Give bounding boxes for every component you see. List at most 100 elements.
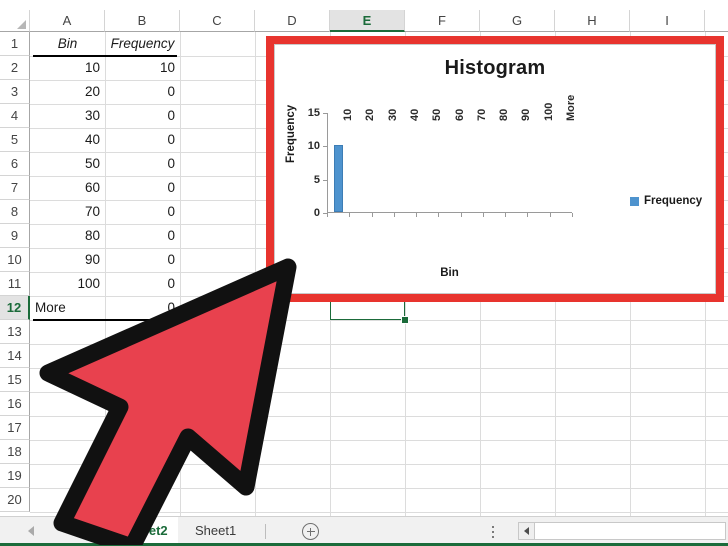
x-tick-label-10: 10 (342, 108, 355, 121)
row-header-18[interactable]: 18 (0, 440, 30, 464)
column-header-d[interactable]: D (255, 10, 330, 32)
cell-a4-bin[interactable]: 30 (30, 104, 105, 128)
cell-b1-frequency-header[interactable]: Frequency (105, 32, 180, 56)
add-sheet-icon[interactable] (302, 523, 319, 540)
row-header-16[interactable]: 16 (0, 392, 30, 416)
cell-a3-bin[interactable]: 20 (30, 80, 105, 104)
chart-plot-area: Histogram Frequency 0 5 10 15 10 20 30 40 50 60 70… (274, 44, 716, 294)
row-header-13[interactable]: 13 (0, 320, 30, 344)
x-axis-line (327, 212, 572, 213)
cell-b10-frequency[interactable]: 0 (105, 248, 180, 272)
cell-b3-frequency[interactable]: 0 (105, 80, 180, 104)
column-header-g[interactable]: G (480, 10, 555, 32)
chart-plot: 0 5 10 15 10 20 30 40 50 60 70 80 90 100 More (308, 95, 577, 219)
row-header-12[interactable]: 12 (0, 296, 30, 320)
grid-hline (30, 464, 728, 465)
cell-b11-frequency[interactable]: 0 (105, 272, 180, 296)
cell-b7-frequency[interactable]: 0 (105, 176, 180, 200)
scroll-left-arrow-icon[interactable] (519, 523, 535, 539)
sheet-tab-bar: Sheet2 Sheet1 (0, 516, 728, 546)
row-header-10[interactable]: 10 (0, 248, 30, 272)
chart-x-axis-title: Bin (440, 267, 459, 279)
cell-a2-bin[interactable]: 10 (30, 56, 105, 80)
grid-hline (30, 392, 728, 393)
legend-swatch-icon (630, 196, 639, 206)
cell-b2-frequency[interactable]: 10 (105, 56, 180, 80)
cell-b9-frequency[interactable]: 0 (105, 224, 180, 248)
grid-hline (30, 440, 728, 441)
row-header-14[interactable]: 14 (0, 344, 30, 368)
y-tick-label-0: 0 (313, 207, 320, 219)
row-header-4[interactable]: 4 (0, 104, 30, 128)
cell-a1-bin-header[interactable]: Bin (30, 32, 105, 56)
column-header-f[interactable]: F (405, 10, 480, 32)
select-all-corner[interactable] (0, 10, 30, 32)
x-tick (549, 213, 551, 217)
cell-b5-frequency[interactable]: 0 (105, 128, 180, 152)
column-header-e[interactable]: E (330, 10, 405, 32)
split-handle-dots-icon[interactable] (492, 526, 495, 538)
row-header-8[interactable]: 8 (0, 200, 30, 224)
x-tick (416, 213, 418, 217)
x-tick (572, 213, 573, 217)
cell-a7-bin[interactable]: 60 (30, 176, 105, 200)
row-header-7[interactable]: 7 (0, 176, 30, 200)
column-header-row: A B C D E F G H I (0, 10, 728, 32)
cell-a9-bin[interactable]: 80 (30, 224, 105, 248)
column-header-c[interactable]: C (180, 10, 255, 32)
grid-hline (30, 368, 728, 369)
table-bottom-border (33, 319, 177, 321)
x-tick (371, 213, 373, 217)
bar-10[interactable] (333, 145, 343, 212)
row-header-15[interactable]: 15 (0, 368, 30, 392)
grid-hline (30, 344, 728, 345)
row-header-6[interactable]: 6 (0, 152, 30, 176)
chart-legend: Frequency (630, 195, 702, 207)
cell-a8-bin[interactable]: 70 (30, 200, 105, 224)
cell-a6-bin[interactable]: 50 (30, 152, 105, 176)
column-header-j[interactable] (705, 10, 728, 32)
row-header-9[interactable]: 9 (0, 224, 30, 248)
row-header-20[interactable]: 20 (0, 488, 30, 512)
column-header-b[interactable]: B (105, 10, 180, 32)
cell-b12-frequency[interactable]: 0 (105, 296, 180, 320)
column-header-i[interactable]: I (630, 10, 705, 32)
sheet-tab-sheet2[interactable]: Sheet2 (115, 517, 178, 546)
fill-handle[interactable] (401, 316, 409, 324)
column-header-h[interactable]: H (555, 10, 630, 32)
x-tick-label-40: 40 (408, 108, 421, 121)
x-tick-label-50: 50 (431, 108, 444, 121)
sheet-nav-left-icon[interactable] (28, 526, 34, 536)
y-tick-label-5: 5 (313, 173, 320, 186)
column-header-a[interactable]: A (30, 10, 105, 32)
row-header-19[interactable]: 19 (0, 464, 30, 488)
cell-b6-frequency[interactable]: 0 (105, 152, 180, 176)
sheet-tab-sheet1[interactable]: Sheet1 (185, 517, 246, 546)
x-tick (505, 213, 507, 217)
row-header-1[interactable]: 1 (0, 32, 30, 56)
x-tick (327, 213, 328, 217)
cell-b8-frequency[interactable]: 0 (105, 200, 180, 224)
histogram-chart-object[interactable]: Histogram Frequency 0 5 10 15 10 20 30 40 50 60 70… (266, 36, 724, 302)
x-tick-label-More: More (564, 94, 577, 121)
row-header-5[interactable]: 5 (0, 128, 30, 152)
cell-a10-bin[interactable]: 90 (30, 248, 105, 272)
x-tick (438, 213, 440, 217)
x-tick (393, 213, 395, 217)
cell-a5-bin[interactable]: 40 (30, 128, 105, 152)
row-header-11[interactable]: 11 (0, 272, 30, 296)
cell-a11-bin[interactable]: 100 (30, 272, 105, 296)
cell-b4-frequency[interactable]: 0 (105, 104, 180, 128)
y-tick (323, 113, 327, 114)
x-tick-label-30: 30 (386, 108, 399, 121)
horizontal-scrollbar[interactable] (518, 522, 726, 540)
x-tick (349, 213, 351, 217)
row-header-3[interactable]: 3 (0, 80, 30, 104)
row-header-17[interactable]: 17 (0, 416, 30, 440)
chart-title: Histogram (444, 57, 546, 79)
row-header-2[interactable]: 2 (0, 56, 30, 80)
cell-a12-bin[interactable]: More (30, 296, 105, 320)
x-tick-label-60: 60 (453, 108, 466, 121)
x-tick (482, 213, 484, 217)
x-tick-label-100: 100 (542, 102, 555, 121)
